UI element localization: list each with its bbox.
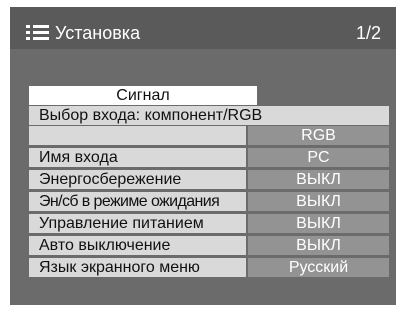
menu-item-osd-language[interactable]: Язык экранного меню Русский: [29, 258, 389, 277]
input-select-spacer: [29, 126, 246, 145]
menu-item-label: Эн/сб в режиме ожидания: [29, 192, 246, 211]
menu-item-value[interactable]: ВЫКЛ: [248, 236, 389, 255]
menu-title: Установка: [55, 23, 141, 43]
menu-item-value[interactable]: Русский: [248, 258, 389, 277]
menu-list-icon: [26, 25, 49, 40]
menu-item-label: Авто выключение: [29, 236, 246, 255]
menu-item-value[interactable]: ВЫКЛ: [248, 214, 389, 233]
menu-item-auto-off[interactable]: Авто выключение ВЫКЛ: [29, 236, 389, 255]
menu-item-power-save[interactable]: Энергосбережение ВЫКЛ: [29, 170, 389, 189]
menu-item-power-management[interactable]: Управление питанием ВЫКЛ: [29, 214, 389, 233]
menu-item-label: Управление питанием: [29, 214, 246, 233]
menu-item-input-name[interactable]: Имя входа PC: [29, 148, 389, 167]
menu-item-value[interactable]: ВЫКЛ: [248, 192, 389, 211]
signal-button[interactable]: Сигнал: [29, 86, 257, 105]
title-bar: Установка 1/2: [10, 7, 396, 49]
input-select-row[interactable]: RGB: [29, 126, 389, 145]
menu-item-value[interactable]: ВЫКЛ: [248, 170, 389, 189]
menu-item-label: Энергосбережение: [29, 170, 246, 189]
menu-item-label: Язык экранного меню: [29, 258, 246, 277]
input-select-label[interactable]: Выбор входа: компонент/RGB: [29, 106, 389, 125]
setup-menu-panel: Установка 1/2 Сигнал Выбор входа: компон…: [10, 7, 396, 305]
menu-item-standby-save[interactable]: Эн/сб в режиме ожидания ВЫКЛ: [29, 192, 389, 211]
menu-item-label: Имя входа: [29, 148, 246, 167]
input-select-value[interactable]: RGB: [248, 126, 389, 145]
page-indicator: 1/2: [355, 23, 381, 43]
menu-item-value[interactable]: PC: [248, 148, 389, 167]
